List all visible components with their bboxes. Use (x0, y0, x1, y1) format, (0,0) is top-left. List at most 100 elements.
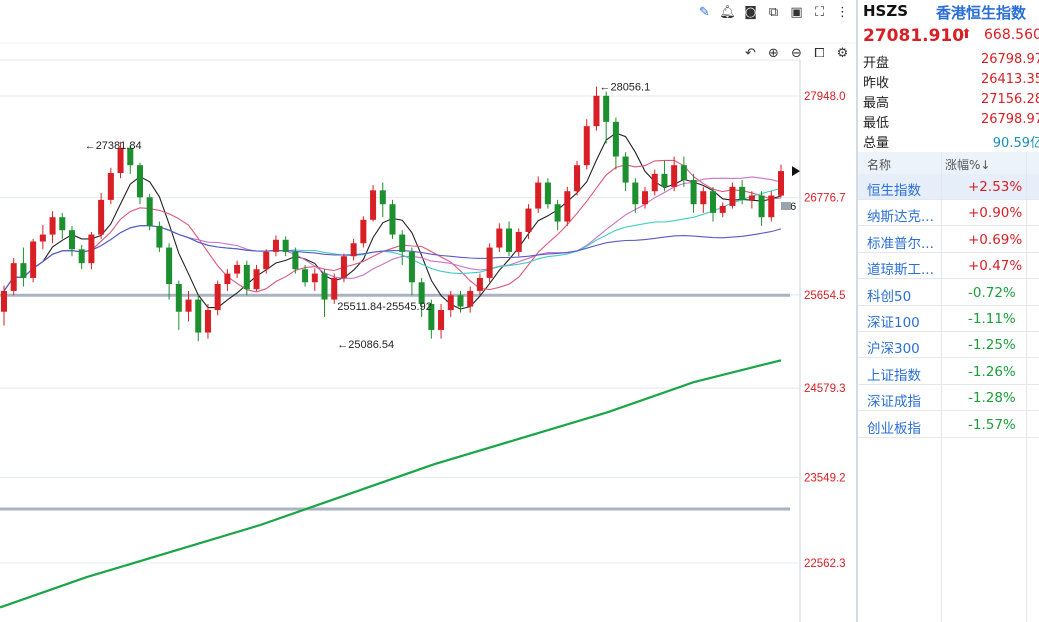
index-row-name[interactable]: 深证成指 (867, 390, 921, 410)
top-toolbar: ✎ 🔔︎ ◙ ⧉ ▣ ⛶ ⋮ (693, 2, 854, 22)
candle-body (282, 239, 289, 252)
edit-icon[interactable]: ✎ (693, 2, 716, 22)
index-row-name[interactable]: 创业板指 (867, 417, 921, 437)
index-row[interactable]: 深证成指 -1.28% (858, 385, 1039, 412)
stat-row: 总量 90.59亿 (863, 132, 1039, 152)
stat-value: 27156.28 (980, 92, 1039, 107)
index-row-name[interactable]: 深证100 (867, 311, 920, 331)
candle-body (175, 283, 182, 312)
quote-panel: HSZS 香港恒生指数 27081.910 ⬆ 668.560 开盘 26798.… (858, 0, 1039, 622)
candle-body (98, 199, 105, 235)
candle-body (748, 195, 755, 200)
stat-row: 昨收 26413.35 (863, 72, 1039, 92)
index-row-change: -1.57% (968, 416, 1016, 433)
candle-body (30, 241, 37, 278)
candle-body (700, 191, 707, 205)
col-name-header[interactable]: 名称 (867, 156, 891, 173)
candle-body (350, 243, 357, 257)
copy-icon[interactable]: ⧉ (762, 2, 785, 22)
stat-row: 开盘 26798.97 (863, 52, 1039, 72)
col-change-header[interactable]: 涨幅%↓ (945, 156, 990, 173)
index-row-name[interactable]: 标准普尔... (867, 232, 934, 252)
chart-annotation: ←25086.54 (337, 339, 394, 351)
chart-annotation: 25511.84-25545.92 (337, 301, 432, 313)
index-row-name[interactable]: 沪深300 (867, 337, 920, 357)
index-name[interactable]: 香港恒生指数 (936, 2, 1026, 23)
index-row[interactable]: 纳斯达克... +0.90% (858, 200, 1039, 227)
candle-body (768, 195, 775, 218)
index-row-change: +2.53% (968, 179, 1023, 195)
candle-body (68, 230, 75, 250)
candle-body (506, 228, 513, 252)
candle-body (146, 197, 153, 226)
index-row[interactable]: 沪深300 -1.25% (858, 332, 1039, 359)
candle-body (204, 310, 211, 333)
candle-body (729, 186, 736, 206)
symbol-code: HSZS (863, 2, 909, 20)
candle-body (311, 273, 318, 283)
candle-body (302, 269, 309, 283)
index-row[interactable]: 深证100 -1.11% (858, 306, 1039, 332)
candle-body (88, 234, 95, 264)
bell-icon[interactable]: 🔔︎ (716, 2, 739, 22)
index-row-name[interactable]: 恒生指数 (867, 179, 921, 199)
candle-body (564, 191, 571, 222)
candle-body (554, 204, 561, 222)
candle-body (671, 165, 678, 187)
fullscreen-icon[interactable]: ⛶ (808, 2, 831, 22)
last-price: 27081.910 (863, 26, 965, 46)
y-tick-label: 27948.0 (804, 91, 846, 103)
candle-body (758, 195, 765, 218)
index-row-name[interactable]: 纳斯达克... (867, 205, 934, 225)
candle-body (651, 173, 658, 192)
candle-body (719, 205, 726, 213)
candle-body (136, 165, 143, 198)
candle-body (389, 204, 396, 235)
candle-body (777, 171, 785, 196)
index-row[interactable]: 道琼斯工... +0.47% (858, 253, 1039, 280)
zoom-in-icon[interactable]: ⊕ (762, 43, 785, 63)
chart-area[interactable]: 27948.0 26776.7 25654.5 24579.3 23549.2 22562… (0, 0, 858, 622)
up-arrow-icon: ⬆ (961, 27, 972, 42)
candle-body (292, 251, 299, 270)
index-row-name[interactable]: 道琼斯工... (867, 258, 934, 278)
price-change: 668.560 (984, 27, 1039, 43)
candle-body (166, 247, 173, 284)
index-row[interactable]: 科创50 -0.72% (858, 280, 1039, 306)
index-row[interactable]: 创业板指 -1.57% (858, 412, 1039, 438)
settings-icon[interactable]: ⚙ (831, 43, 854, 63)
stat-row: 最低 26798.97 (863, 112, 1039, 132)
candle-body (399, 234, 406, 252)
stat-value: 90.59亿 (992, 136, 1039, 151)
candle-body (544, 182, 551, 205)
app-root: 27948.0 26776.7 25654.5 24579.3 23549.2 22562… (0, 0, 1039, 622)
candle-body (447, 295, 454, 311)
zoom-out-icon[interactable]: ⊖ (785, 43, 808, 63)
index-row[interactable]: 恒生指数 +2.53% (858, 174, 1039, 200)
column-divider (1026, 152, 1027, 622)
index-row[interactable]: 上证指数 -1.26% (858, 359, 1039, 385)
candle-body (253, 269, 260, 290)
monitor-icon[interactable]: ▣ (785, 2, 808, 22)
candlestick-chart[interactable]: 27948.0 26776.7 25654.5 24579.3 23549.2 22562… (0, 0, 856, 622)
layout-icon[interactable]: ⧠ (808, 43, 831, 63)
candle-body (370, 190, 377, 220)
candle-body (272, 239, 279, 252)
index-row[interactable]: 标准普尔... +0.69% (858, 227, 1039, 253)
stat-label: 最高 (863, 96, 890, 111)
candle-body (476, 277, 483, 291)
candle-body (263, 251, 270, 270)
stat-label: 最低 (863, 116, 890, 131)
undo-icon[interactable]: ↶ (739, 43, 762, 63)
index-row-change: -1.25% (968, 337, 1016, 354)
candle-body (593, 95, 600, 127)
candle-body (467, 290, 474, 307)
stat-value: 26413.35 (980, 72, 1039, 87)
candle-body (195, 299, 202, 333)
camera-icon[interactable]: ◙ (739, 2, 762, 22)
more-icon[interactable]: ⋮ (831, 2, 854, 22)
chart-toolbar: ↶ ⊕ ⊖ ⧠ ⚙ (739, 43, 854, 63)
index-row-name[interactable]: 科创50 (867, 285, 911, 305)
chart-annotation: ←27381.84 (85, 140, 142, 152)
index-row-name[interactable]: 上证指数 (867, 364, 921, 384)
